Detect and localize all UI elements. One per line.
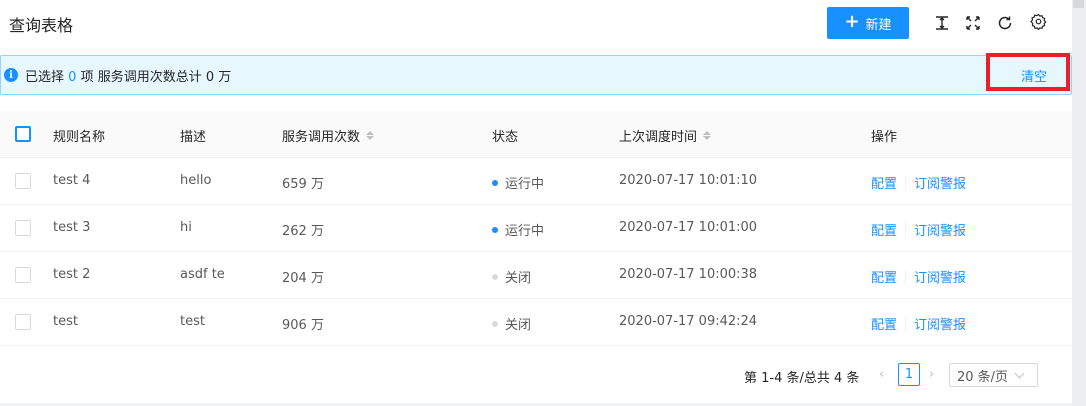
status-label: 关闭 [505, 318, 532, 333]
subscribe-alert-link[interactable]: 订阅警报 [914, 220, 966, 239]
action-divider [905, 222, 907, 237]
status-dot [492, 226, 498, 233]
rule-description: asdf te [180, 267, 225, 282]
rule-description: hi [180, 220, 192, 235]
page-1-button[interactable]: 1 [898, 363, 920, 386]
status-badge: 关闭 [492, 267, 531, 286]
rule-name: test 3 [53, 220, 91, 235]
status-badge: 运行中 [492, 220, 544, 239]
reload-icon[interactable] [994, 12, 1016, 34]
new-button-label: 新建 [865, 17, 892, 33]
call-count: 204 万 [282, 271, 324, 286]
column-header-name: 规则名称 [53, 130, 106, 145]
row-checkbox[interactable] [15, 314, 31, 330]
column-header-desc: 描述 [180, 130, 207, 145]
call-count: 906 万 [282, 318, 324, 333]
table-page: 查询表格 + 新建 i 已选择 0 项 服务调用次数总计 0 万 清空 规则名称… [0, 0, 1072, 403]
page-title: 查询表格 [9, 16, 74, 35]
row-checkbox[interactable] [15, 220, 31, 236]
config-link[interactable]: 配置 [871, 173, 897, 192]
status-badge: 运行中 [492, 173, 544, 192]
rule-name: test [53, 314, 78, 329]
setting-icon[interactable] [1027, 10, 1049, 32]
selection-summary: 已选择 0 项 服务调用次数总计 0 万 [25, 66, 231, 85]
sort-icon[interactable] [366, 131, 375, 140]
table-header: 规则名称 描述 服务调用次数 状态 上次调度时间 操作 [0, 111, 1072, 158]
row-actions: 配置 订阅警报 [871, 267, 966, 286]
column-header-time[interactable]: 上次调度时间 [619, 126, 712, 145]
select-all-checkbox[interactable] [15, 126, 31, 142]
table-row: test 3 hi 262 万 运行中 2020-07-17 10:01:00 配置 订阅警… [0, 205, 1072, 252]
column-header-calls[interactable]: 服务调用次数 [282, 126, 375, 145]
sort-icon[interactable] [703, 131, 712, 140]
last-schedule-time: 2020-07-17 10:00:38 [619, 267, 758, 282]
row-actions: 配置 订阅警报 [871, 220, 966, 239]
subscribe-alert-link[interactable]: 订阅警报 [914, 173, 966, 192]
column-header-actions: 操作 [871, 130, 898, 145]
status-badge: 关闭 [492, 314, 531, 333]
row-checkbox[interactable] [15, 173, 31, 189]
next-page-button[interactable]: › [929, 367, 934, 382]
column-height-icon[interactable] [931, 12, 953, 34]
status-dot [492, 320, 498, 327]
clear-selection-link[interactable]: 清空 [1021, 66, 1047, 85]
fullscreen-icon[interactable] [962, 12, 984, 34]
scrollbar-track[interactable] [1072, 0, 1086, 406]
action-divider [905, 316, 907, 331]
plus-icon: + [844, 11, 860, 32]
info-icon: i [4, 68, 18, 82]
last-schedule-time: 2020-07-17 10:01:10 [619, 173, 758, 188]
row-checkbox[interactable] [15, 267, 31, 283]
status-label: 运行中 [505, 224, 545, 239]
last-schedule-time: 2020-07-17 09:42:24 [619, 314, 758, 329]
status-label: 运行中 [505, 177, 545, 192]
status-label: 关闭 [505, 271, 532, 286]
rule-description: hello [180, 173, 212, 188]
row-actions: 配置 订阅警报 [871, 314, 966, 333]
scrollbar-thumb[interactable] [1073, 0, 1084, 8]
config-link[interactable]: 配置 [871, 220, 897, 239]
action-divider [905, 175, 907, 190]
last-schedule-time: 2020-07-17 10:01:00 [619, 220, 758, 235]
pagination-total: 第 1-4 条/总共 4 条 [744, 371, 860, 386]
config-link[interactable]: 配置 [871, 314, 897, 333]
status-dot [492, 179, 498, 186]
subscribe-alert-link[interactable]: 订阅警报 [914, 267, 966, 286]
prev-page-button[interactable]: ‹ [879, 367, 884, 382]
table-row: test 4 hello 659 万 运行中 2020-07-17 10:01:10 配置… [0, 158, 1072, 205]
table-toolbar: 查询表格 + 新建 [0, 0, 1072, 48]
selection-prefix: 已选择 [25, 70, 65, 85]
call-count: 262 万 [282, 224, 324, 239]
config-link[interactable]: 配置 [871, 267, 897, 286]
table-row: test 2 asdf te 204 万 关闭 2020-07-17 10:00:38 配… [0, 252, 1072, 299]
row-actions: 配置 订阅警报 [871, 173, 966, 192]
selection-alert: i 已选择 0 项 服务调用次数总计 0 万 [0, 55, 1072, 95]
rule-description: test [180, 314, 205, 329]
action-divider [905, 269, 907, 284]
selection-totals: 项 服务调用次数总计 0 万 [80, 70, 232, 85]
rule-name: test 4 [53, 173, 91, 188]
new-button[interactable]: + 新建 [827, 7, 909, 39]
chevron-down-icon [1014, 368, 1025, 378]
page-size-select[interactable]: 20 条/页 [949, 363, 1038, 387]
column-header-status: 状态 [492, 130, 519, 145]
rule-name: test 2 [53, 267, 91, 282]
selected-count: 0 [68, 70, 77, 85]
subscribe-alert-link[interactable]: 订阅警报 [914, 314, 966, 333]
table-row: test test 906 万 关闭 2020-07-17 09:42:24 配置 订阅警报 [0, 299, 1072, 346]
status-dot [492, 273, 498, 280]
page-size-value: 20 条/页 [957, 369, 1009, 385]
call-count: 659 万 [282, 177, 324, 192]
